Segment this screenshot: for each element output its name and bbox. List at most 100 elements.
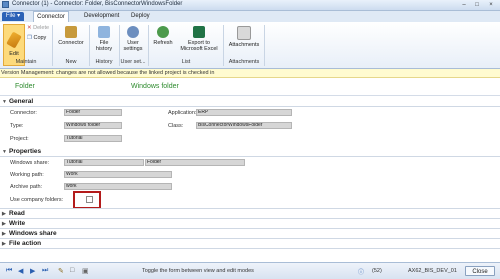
section-divider <box>0 106 500 107</box>
class-field[interactable]: BisConnectorWindowsFolder <box>196 122 292 129</box>
archive-path-field[interactable]: work <box>64 183 172 190</box>
refresh-button[interactable]: Refresh <box>151 26 175 46</box>
warning-text: Version Management: changes are not allo… <box>1 70 215 76</box>
next-record-icon[interactable]: ▶ <box>30 267 35 275</box>
user-icon <box>127 26 139 38</box>
warning-bar: Version Management: changes are not allo… <box>0 69 500 78</box>
copy-icon: ❐ <box>27 35 32 41</box>
delete-icon: ✕ <box>27 25 32 31</box>
application-label: Application: <box>168 110 197 116</box>
tab-connector[interactable]: Connector <box>33 11 69 22</box>
group-user-settings: User set... <box>120 59 146 65</box>
file-history-label-2: history <box>95 46 113 52</box>
refresh-label: Refresh <box>153 40 173 46</box>
file-tab-label: File <box>5 13 16 19</box>
connector-icon <box>65 26 77 38</box>
edit-mode-icon[interactable]: ✎ <box>58 267 64 275</box>
section-write-title: Write <box>9 220 26 227</box>
tab-deploy[interactable]: Deploy <box>127 11 154 22</box>
use-company-folders-label: Use company folders: <box>10 197 64 203</box>
ribbon-separator <box>52 25 53 66</box>
status-bar: ⏮ ◀ ▶ ⏭ ✎ □ ▣ Toggle the form between vi… <box>0 262 500 279</box>
group-history: History <box>95 59 113 65</box>
maximize-icon[interactable]: □ <box>471 1 483 9</box>
previous-record-icon[interactable]: ◀ <box>18 267 23 275</box>
refresh-icon <box>157 26 169 38</box>
ribbon: Edit ✕ Delete ❐ Copy Maintain Connector … <box>0 22 500 69</box>
type-label: Type: <box>10 123 24 129</box>
delete-button[interactable]: ✕ Delete <box>27 25 49 31</box>
section-windows-share-title: Windows share <box>9 230 57 237</box>
section-write[interactable]: ▶ Write <box>0 219 500 228</box>
layout-icon[interactable]: ▣ <box>82 267 89 275</box>
section-file-action[interactable]: ▶ File action <box>0 239 500 248</box>
group-attachments: Attachments <box>228 59 260 65</box>
form-header: Folder Windows folder <box>0 80 500 96</box>
application-field[interactable]: ERP <box>196 109 292 116</box>
new-connector-button[interactable]: Connector <box>56 26 86 46</box>
connector-field[interactable]: Folder <box>64 109 122 116</box>
close-button[interactable]: Close <box>465 266 495 276</box>
close-icon[interactable]: × <box>485 1 497 9</box>
highlight-box <box>73 191 101 209</box>
window-title: Connector (1) - Connector: Folder, BisCo… <box>12 1 183 7</box>
attachments-button[interactable]: Attachments <box>226 26 262 48</box>
ribbon-separator <box>264 25 265 66</box>
section-divider <box>0 156 500 157</box>
attachment-icon <box>237 26 251 40</box>
working-path-field[interactable]: Work <box>64 171 172 178</box>
windows-share-field[interactable]: Tutorial <box>64 159 144 166</box>
connector-label: Connector: <box>10 110 37 116</box>
last-record-icon[interactable]: ⏭ <box>42 267 48 275</box>
project-label: Project: <box>10 136 29 142</box>
export-excel-button[interactable]: Export to Microsoft Excel <box>178 26 220 52</box>
section-windows-share[interactable]: ▶ Windows share <box>0 229 500 238</box>
header-folder: Folder <box>15 83 35 90</box>
section-properties[interactable]: ▼ Properties <box>0 147 500 156</box>
attachments-label: Attachments <box>228 42 260 48</box>
section-general-title: General <box>9 98 34 105</box>
section-read[interactable]: ▶ Read <box>0 209 500 218</box>
app-icon <box>2 1 9 8</box>
edit-label: Edit <box>9 51 19 57</box>
windows-share-folder-field[interactable]: Folder <box>145 159 245 166</box>
user-settings-label-2: settings <box>123 46 143 52</box>
record-count: (52) <box>372 268 382 274</box>
group-maintain: Maintain <box>15 59 37 65</box>
project-field[interactable]: Tutorial <box>64 135 122 142</box>
view-icon[interactable]: □ <box>70 267 74 274</box>
class-label: Class: <box>168 123 184 129</box>
status-hint: Toggle the form between view and edit mo… <box>142 268 254 274</box>
title-bar: Connector (1) - Connector: Folder, BisCo… <box>0 0 500 11</box>
user-settings-button[interactable]: User settings <box>121 26 145 52</box>
windows-share-label: Windows share: <box>10 160 50 166</box>
working-path-label: Working path: <box>10 172 44 178</box>
file-tab[interactable]: File ▾ <box>2 12 24 21</box>
archive-path-label: Archive path: <box>10 184 43 190</box>
group-list: List <box>181 59 191 65</box>
header-windows-folder: Windows folder <box>131 83 179 90</box>
export-label-2: Microsoft Excel <box>180 46 218 52</box>
environment-label: AX62_BIS_DEV_01 <box>408 268 457 274</box>
info-icon[interactable]: ⓘ <box>358 267 364 276</box>
connector-label: Connector <box>58 40 84 46</box>
copy-label: Copy <box>33 35 47 41</box>
ribbon-separator <box>223 25 224 66</box>
section-properties-title: Properties <box>9 148 42 155</box>
minimize-icon[interactable]: – <box>458 1 470 9</box>
delete-label: Delete <box>33 25 50 31</box>
excel-icon <box>193 26 205 38</box>
copy-button[interactable]: ❐ Copy <box>27 35 46 41</box>
section-read-title: Read <box>9 210 25 217</box>
pencil-icon <box>6 31 22 49</box>
first-record-icon[interactable]: ⏮ <box>6 267 12 275</box>
section-file-action-title: File action <box>9 240 42 247</box>
group-new: New <box>65 59 77 65</box>
history-icon <box>98 26 110 38</box>
type-field[interactable]: Windows folder <box>64 122 122 129</box>
section-general[interactable]: ▼ General <box>0 97 500 106</box>
tab-development[interactable]: Development <box>80 11 123 22</box>
file-history-button[interactable]: File history <box>92 26 116 52</box>
section-divider <box>0 248 500 249</box>
ribbon-separator <box>148 25 149 66</box>
